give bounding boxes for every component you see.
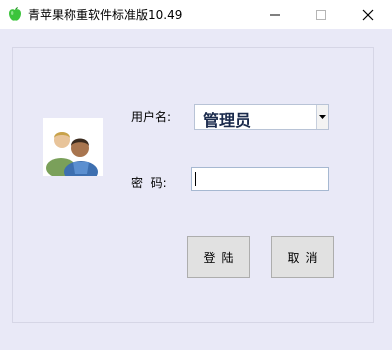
close-icon	[362, 9, 374, 20]
maximize-button[interactable]	[298, 0, 344, 29]
green-apple-icon	[7, 6, 23, 22]
text-caret	[195, 172, 196, 186]
username-dropdown[interactable]: 管理员	[194, 104, 329, 130]
login-button[interactable]: 登陆	[187, 236, 250, 278]
username-label: 用户名:	[131, 110, 172, 124]
close-button[interactable]	[345, 0, 391, 29]
minimize-icon	[270, 14, 280, 15]
maximize-icon	[316, 9, 326, 20]
minimize-button[interactable]	[252, 0, 298, 29]
window-title: 青苹果称重软件标准版10.49	[28, 8, 183, 22]
login-panel: 用户名: 管理员 密 码: 登陆 取消	[0, 29, 392, 350]
username-value: 管理员	[203, 111, 252, 130]
password-field[interactable]	[191, 167, 329, 191]
title-bar[interactable]: 青苹果称重软件标准版10.49	[0, 0, 392, 29]
password-label: 密 码:	[131, 176, 167, 190]
chevron-down-icon[interactable]	[316, 105, 328, 129]
users-icon	[43, 118, 103, 183]
cancel-button[interactable]: 取消	[271, 236, 334, 278]
